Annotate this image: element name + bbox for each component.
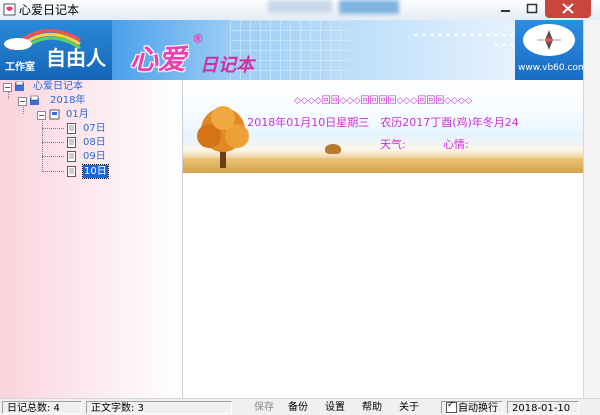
app-icon [3,3,16,16]
app-banner: 自由人 工作室 心爱 ® 日记本 www.vb60.com [0,20,600,80]
collapse-year-toggle[interactable]: − [18,97,27,106]
tree-item-day[interactable]: 08日 [83,136,106,149]
title-bar: 心爱日记本 [0,0,600,20]
diary-page-icon [67,151,76,162]
tools-icon [537,30,561,50]
status-date: 2018-01-10 [507,401,579,414]
backup-button[interactable]: 备份 [284,401,312,414]
diary-page-icon [67,166,76,177]
blurred-taskbar-item [268,0,332,13]
month-icon [49,109,60,120]
minimize-button[interactable] [492,0,519,18]
app-logo-main: 心爱 [130,43,187,76]
auto-wrap-label: 自动换行 [458,403,498,414]
mood-label[interactable]: 心情: [443,136,469,152]
tree-item-day-selected[interactable]: 10日 [82,164,109,179]
studio-subtitle: 工作室 [5,62,35,73]
diary-total-count: 日记总数: 4 [2,401,82,414]
minimize-icon [501,10,510,12]
registered-mark: ® [192,32,204,46]
check-icon: ✓ [447,400,455,410]
right-edge-strip [583,20,600,398]
decoration-line: ◇◇◇◇回回◇◇◇回回回回◇◇◇回回回◇◇◇◇ [294,96,472,106]
collapse-root-toggle[interactable]: − [3,83,12,92]
studio-logo: 自由人 工作室 [0,20,112,80]
tree-item-day[interactable]: 07日 [83,122,106,135]
tree-line [42,156,64,157]
tree-item-year[interactable]: 2018年 [50,94,85,107]
weather-label[interactable]: 天气: [380,136,406,152]
tree-item-root[interactable]: 心爱日记本 [33,80,83,93]
maximize-icon [526,3,538,14]
tree-line [42,142,64,143]
diary-header: ◇◇◇◇回回◇◇◇回回回回◇◇◇回回回◇◇◇◇ 2018年01月10日星期三 农… [183,80,583,173]
text-count: 正文字数: 3 [86,401,232,414]
about-button[interactable]: 关于 [395,401,423,414]
close-button[interactable] [545,0,591,18]
website-url: www.vb60.com [518,63,587,73]
bush-decoration [325,144,341,154]
diary-page-icon [67,137,76,148]
app-logo-sub: 日记本 [200,55,254,76]
blurred-taskbar-item [339,0,399,14]
tree-item-month[interactable]: 01月 [66,108,89,121]
collapse-month-toggle[interactable]: − [37,111,46,120]
tree-line [42,115,43,172]
entry-date: 2018年01月10日星期三 农历2017丁酉(鸡)年冬月24 [247,116,519,129]
diary-tree: − 心爱日记本 − 2018年 − 01月 07日 08日 09日 10日 [0,80,183,398]
year-icon [30,95,39,105]
window-title: 心爱日记本 [19,3,80,17]
studio-name: 自由人 [46,46,106,70]
help-button[interactable]: 帮助 [358,401,386,414]
close-icon [562,3,574,14]
status-bar: 日记总数: 4 正文字数: 3 保存 备份 设置 帮助 关于 自动换行 ✓ 20… [0,398,600,415]
tree-item-day[interactable]: 09日 [83,150,106,163]
tree-line [42,171,64,172]
save-button[interactable]: 保存 [250,401,278,414]
auto-wrap-checkbox[interactable]: ✓ [446,400,457,413]
maximize-button[interactable] [519,0,545,18]
diary-book-icon [15,81,24,91]
tree-line [42,128,64,129]
diary-editor[interactable]: ◇◇◇◇回回◇◇◇回回回回◇◇◇回回回◇◇◇◇ 2018年01月10日星期三 农… [183,80,583,398]
settings-button[interactable]: 设置 [321,401,349,414]
diary-page-icon [67,123,76,134]
